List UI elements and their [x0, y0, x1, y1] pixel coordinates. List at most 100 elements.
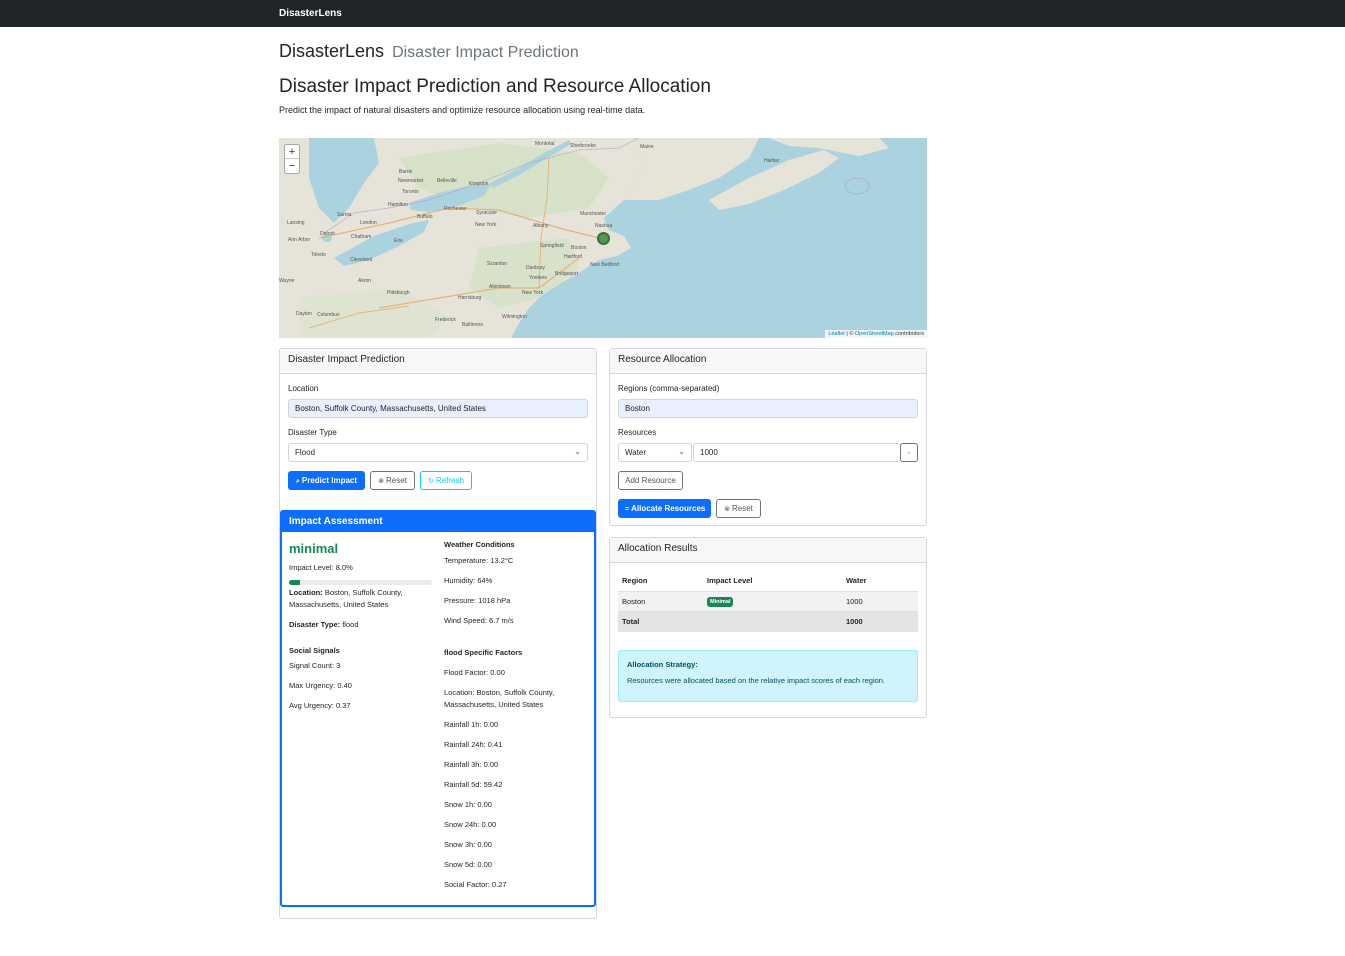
app-name: DisasterLens: [279, 41, 385, 61]
map-city-label: Wayne: [279, 278, 295, 284]
map-city-label: Buffalo: [417, 214, 433, 220]
allocation-results-header: Allocation Results: [610, 538, 926, 563]
remove-resource-button[interactable]: -: [900, 443, 918, 462]
map-city-label: Boston: [571, 245, 587, 251]
allocate-resources-button[interactable]: = Allocate Resources: [618, 499, 711, 518]
map-city-label: Manchester: [580, 211, 607, 217]
regions-input[interactable]: Boston: [618, 399, 918, 418]
factor-item: Rainfall 24h: 0.41: [444, 740, 503, 749]
impact-badge: Minimal: [707, 596, 734, 607]
map-city-label: Syracuse: [476, 210, 497, 216]
factor-item: Social Factor: 0.27: [444, 880, 507, 889]
map-city-label: Chatham: [351, 234, 372, 240]
strategy-text: Resources were allocated based on the re…: [627, 676, 886, 685]
attribution-suffix: contributors: [893, 331, 924, 337]
location-marker[interactable]: [597, 232, 610, 245]
weather-heading: Weather Conditions: [444, 540, 515, 549]
resource-type-value: Water: [625, 448, 647, 457]
location-key: Location:: [289, 588, 323, 597]
attribution-separator: | ©: [844, 331, 855, 337]
map-city-label: Wilmington: [502, 314, 527, 320]
factor-item: Massachusetts, United States: [444, 700, 544, 709]
map-city-label: Bridgeport: [555, 271, 579, 277]
column-header: Water: [842, 571, 918, 592]
allocation-reset-label: Reset: [731, 504, 753, 513]
map-city-label: New York: [522, 290, 544, 296]
prediction-card-header: Disaster Impact Prediction: [280, 349, 596, 374]
pressure: Pressure: 1018 hPa: [444, 596, 511, 605]
map-city-label: Cleveland: [350, 257, 373, 263]
zoom-in-button[interactable]: +: [285, 145, 299, 159]
map[interactable]: Montréal Sherbrooke Maine Halifax Barrie…: [279, 138, 927, 338]
map-city-label: Montréal: [535, 141, 555, 147]
map-city-label: Scranton: [487, 261, 508, 267]
impact-location: Location: Boston, Suffolk County,: [289, 588, 403, 597]
location-input[interactable]: Boston, Suffolk County, Massachusetts, U…: [288, 399, 588, 418]
predict-impact-label: Predict Impact: [301, 476, 358, 485]
map-attribution: Leaflet | © OpenStreetMap contributors: [825, 330, 927, 338]
table-header-row: Region Impact Level Water: [618, 571, 918, 592]
map-city-label: Newmarket: [398, 178, 424, 184]
close-circle-icon: ⊗: [378, 478, 384, 485]
map-city-label: Pittsburgh: [387, 290, 410, 296]
resource-allocation-header: Resource Allocation: [610, 349, 926, 374]
impact-location-line-2: Massachusetts, United States: [289, 600, 389, 609]
map-city-label: Rochester: [444, 206, 467, 212]
factor-item: Rainfall 5d: 59.42: [444, 780, 503, 789]
reset-button[interactable]: ⊗ Reset: [370, 471, 415, 490]
results-table: Region Impact Level Water Boston Minimal…: [618, 571, 918, 632]
column-header: Region: [618, 571, 703, 592]
resource-amount-input[interactable]: 1000: [693, 443, 901, 462]
disaster-type-val: flood: [340, 620, 359, 629]
temperature: Temperature: 13.2°C: [444, 556, 514, 565]
zoom-control: + −: [284, 144, 300, 174]
equals-icon: =: [625, 506, 630, 513]
resources-label: Resources: [618, 428, 657, 437]
disaster-type-select[interactable]: Flood ⌄: [288, 443, 588, 462]
water-cell: 1000: [842, 591, 918, 612]
factor-item: Snow 1h: 0.00: [444, 800, 492, 809]
chevron-down-icon: ⌄: [678, 447, 685, 456]
factor-item: Snow 5d: 0.00: [444, 860, 492, 869]
search-icon: ⌕: [295, 478, 300, 485]
osm-link[interactable]: OpenStreetMap: [855, 331, 894, 337]
map-city-label: Kingston: [469, 181, 489, 187]
predict-impact-button[interactable]: ⌕ Predict Impact: [288, 471, 365, 490]
disaster-type-value: Flood: [295, 448, 316, 457]
refresh-label: Refresh: [435, 476, 464, 485]
map-city-label: Sarnia: [337, 212, 352, 218]
impact-assessment-card: Impact Assessment minimal Impact Level: …: [280, 510, 596, 907]
factors-heading: flood Specific Factors: [444, 648, 523, 657]
allocation-reset-button[interactable]: ⊗ Reset: [716, 499, 761, 518]
refresh-button[interactable]: ↻ Refresh: [420, 471, 472, 490]
impact-progress-fill: [289, 580, 301, 585]
map-city-label: Toledo: [311, 252, 326, 258]
app-title: DisasterLens Disaster Impact Prediction: [279, 41, 579, 62]
add-resource-button[interactable]: Add Resource: [618, 471, 683, 490]
factor-item: Rainfall 3h: 0.00: [444, 760, 499, 769]
map-city-label: Hamilton: [388, 202, 408, 208]
impact-cell: Minimal: [703, 591, 842, 612]
page-title: Disaster Impact Prediction and Resource …: [279, 76, 711, 97]
disaster-type-label: Disaster Type: [288, 428, 337, 437]
map-city-label: Springfield: [540, 243, 564, 249]
map-city-label: Danbury: [526, 265, 545, 271]
table-row: Boston Minimal 1000: [618, 591, 918, 612]
disaster-type-key: Disaster Type:: [289, 620, 341, 629]
regions-label: Regions (comma-separated): [618, 384, 720, 393]
table-total-row: Total 1000: [618, 611, 918, 632]
map-city-label: London: [360, 220, 377, 226]
signal-count: Signal Count: 3: [289, 661, 341, 670]
navbar-brand[interactable]: DisasterLens: [279, 8, 342, 19]
reset-label: Reset: [385, 476, 407, 485]
leaflet-link[interactable]: Leaflet: [828, 331, 845, 337]
map-city-label: Akron: [358, 278, 372, 284]
resource-type-select[interactable]: Water ⌄: [618, 443, 692, 462]
humidity: Humidity: 64%: [444, 576, 493, 585]
social-signals-heading: Social Signals: [289, 646, 340, 655]
zoom-out-button[interactable]: −: [285, 159, 299, 173]
map-city-label: Lansing: [287, 220, 305, 226]
total-water: 1000: [842, 611, 918, 632]
map-city-label: Halifax: [764, 158, 780, 164]
impact-progress-bar: [289, 580, 432, 585]
